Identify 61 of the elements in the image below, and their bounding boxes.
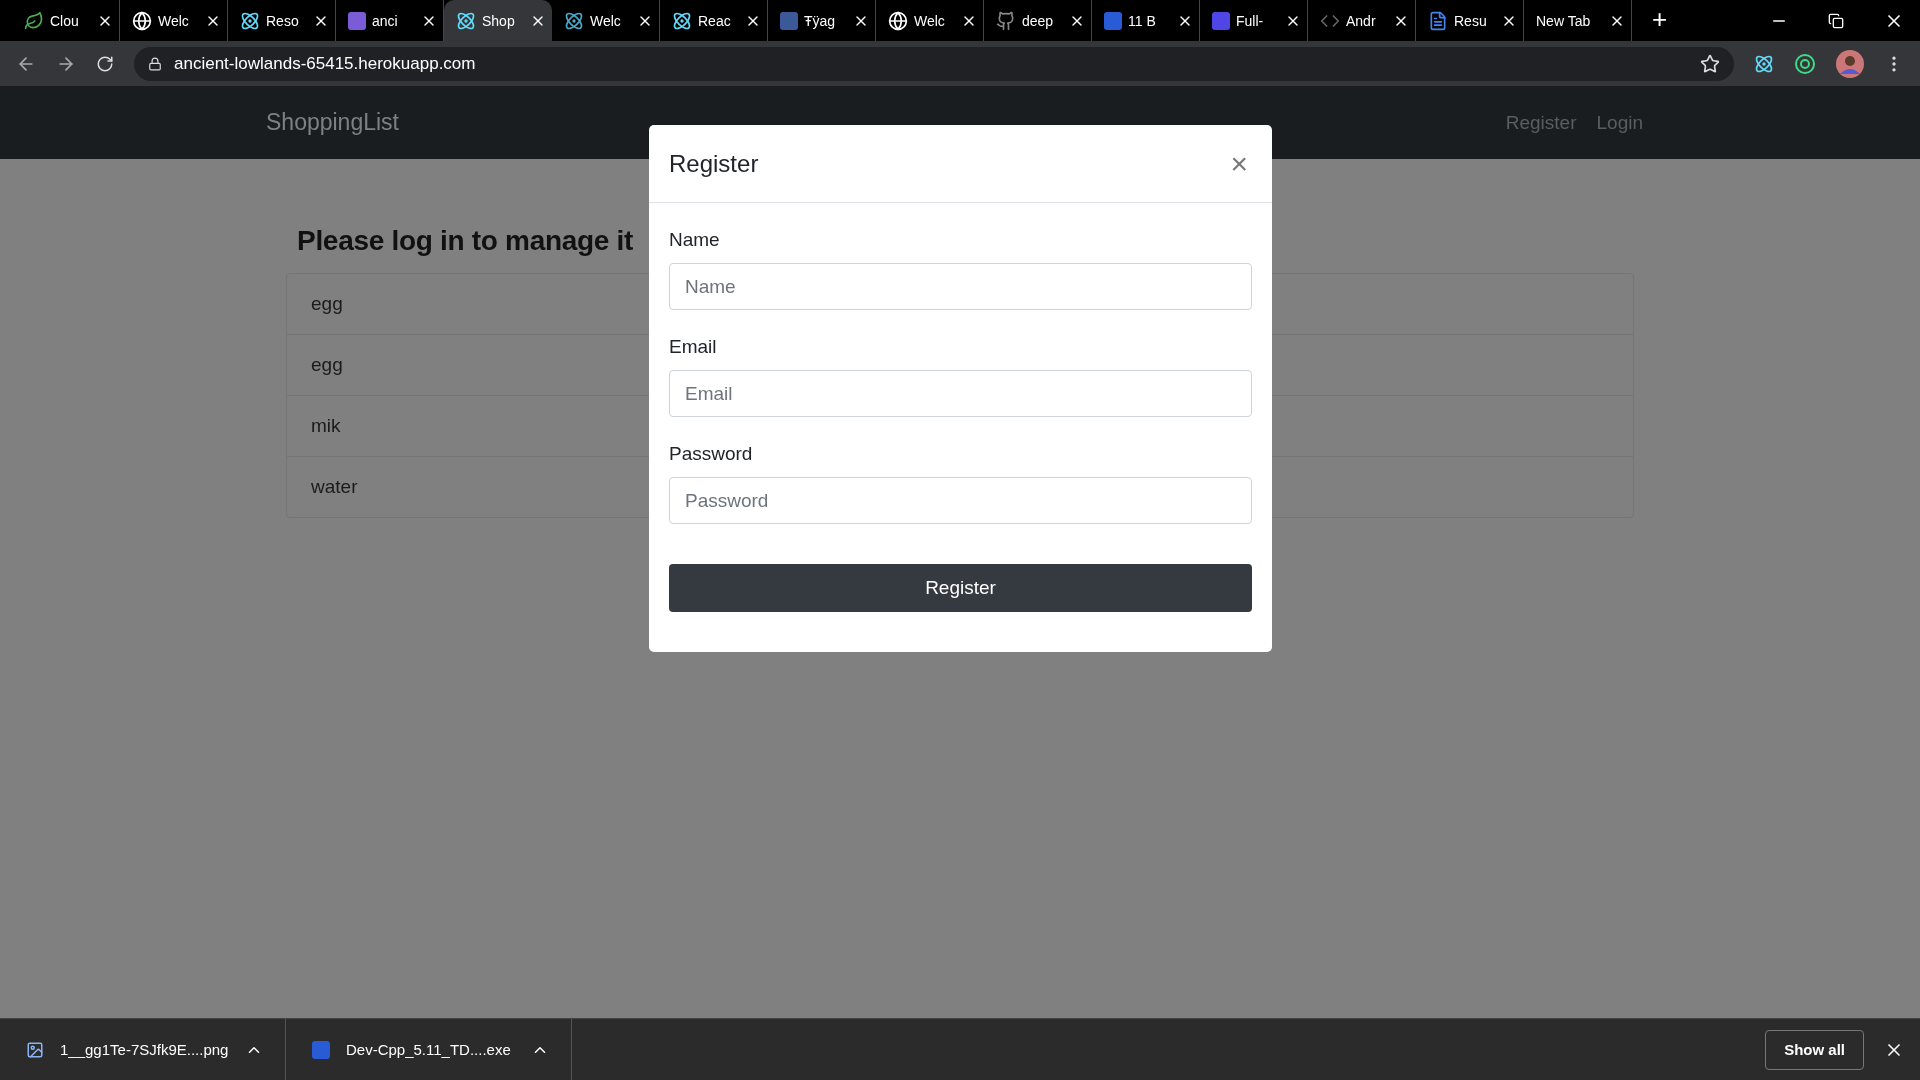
list-item: egg (311, 354, 343, 376)
tab-title: 11 B (1128, 12, 1157, 29)
list-item: water (311, 476, 358, 498)
field-label: Email (669, 336, 718, 358)
address-bar[interactable]: ancient-lowlands-65415.herokuapp.com (134, 46, 1734, 81)
list-item: egg (311, 293, 343, 315)
reload-icon[interactable] (96, 54, 114, 73)
input-field[interactable]: Email (669, 370, 1252, 417)
file-icon (26, 1040, 44, 1059)
tab-title: Welc (590, 12, 622, 29)
show-all-button[interactable]: Show all (1765, 1029, 1864, 1070)
app-icon (312, 1040, 330, 1059)
list-item: mik (311, 415, 341, 437)
github-icon (996, 10, 1016, 31)
atom-icon (240, 10, 260, 31)
tab-title: Welc (914, 12, 946, 29)
star-icon[interactable] (1700, 53, 1720, 74)
tab-title: Reac (698, 12, 732, 29)
app-icon (780, 11, 798, 30)
field-label: Name (669, 229, 721, 251)
leaf-icon (24, 10, 44, 31)
atom-icon[interactable] (1754, 53, 1774, 74)
lock-icon (148, 56, 162, 71)
download-item[interactable]: 1__gg1Te-7SJfk9E....png (0, 1019, 286, 1080)
tab-title: Clou (50, 12, 80, 29)
tab-title: Welc (158, 12, 190, 29)
app-icon (348, 11, 366, 30)
tab-title: Full- (1236, 12, 1265, 29)
atom-icon (564, 10, 584, 31)
field-label: Password (669, 443, 754, 465)
globe-icon (888, 10, 908, 31)
tab-title: Reso (266, 12, 300, 29)
tab-title: Andr (1346, 12, 1377, 29)
avatar-icon[interactable] (1836, 49, 1864, 78)
browser-tab[interactable]: Shop (444, 0, 552, 41)
register-button[interactable]: Register (669, 564, 1252, 612)
close-button[interactable]: × (1226, 148, 1252, 179)
brand-link[interactable]: ShoppingList (266, 109, 399, 136)
document-icon (1428, 10, 1448, 31)
globe-icon (132, 10, 152, 31)
restore-icon[interactable] (1828, 12, 1844, 29)
tab-title: Ŧÿag (804, 12, 837, 29)
app-icon (1212, 11, 1230, 30)
app-icon (1104, 11, 1122, 30)
tab-title: Resu (1454, 12, 1488, 29)
tab-title: deep (1022, 12, 1055, 29)
download-item[interactable]: Dev-Cpp_5.11_TD....exe (286, 1019, 572, 1080)
atom-icon (672, 10, 692, 31)
file-name: 1__gg1Te-7SJfk9E....png (60, 1041, 229, 1058)
tab-title: anci (372, 12, 399, 29)
url-text: ancient-lowlands-65415.herokuapp.com (174, 53, 477, 74)
dialog-title: Register (669, 149, 759, 178)
tab-title: Shop (482, 12, 516, 29)
input-field[interactable]: Password (669, 477, 1252, 524)
new-tab-button[interactable]: + (1652, 4, 1668, 35)
atom-icon (456, 10, 476, 31)
target-icon[interactable] (1794, 52, 1816, 75)
file-name: Dev-Cpp_5.11_TD....exe (346, 1041, 512, 1058)
page-heading: Please log in to manage it (297, 225, 634, 257)
input-field[interactable]: Name (669, 263, 1252, 310)
tab-title: New Tab (1536, 12, 1592, 29)
